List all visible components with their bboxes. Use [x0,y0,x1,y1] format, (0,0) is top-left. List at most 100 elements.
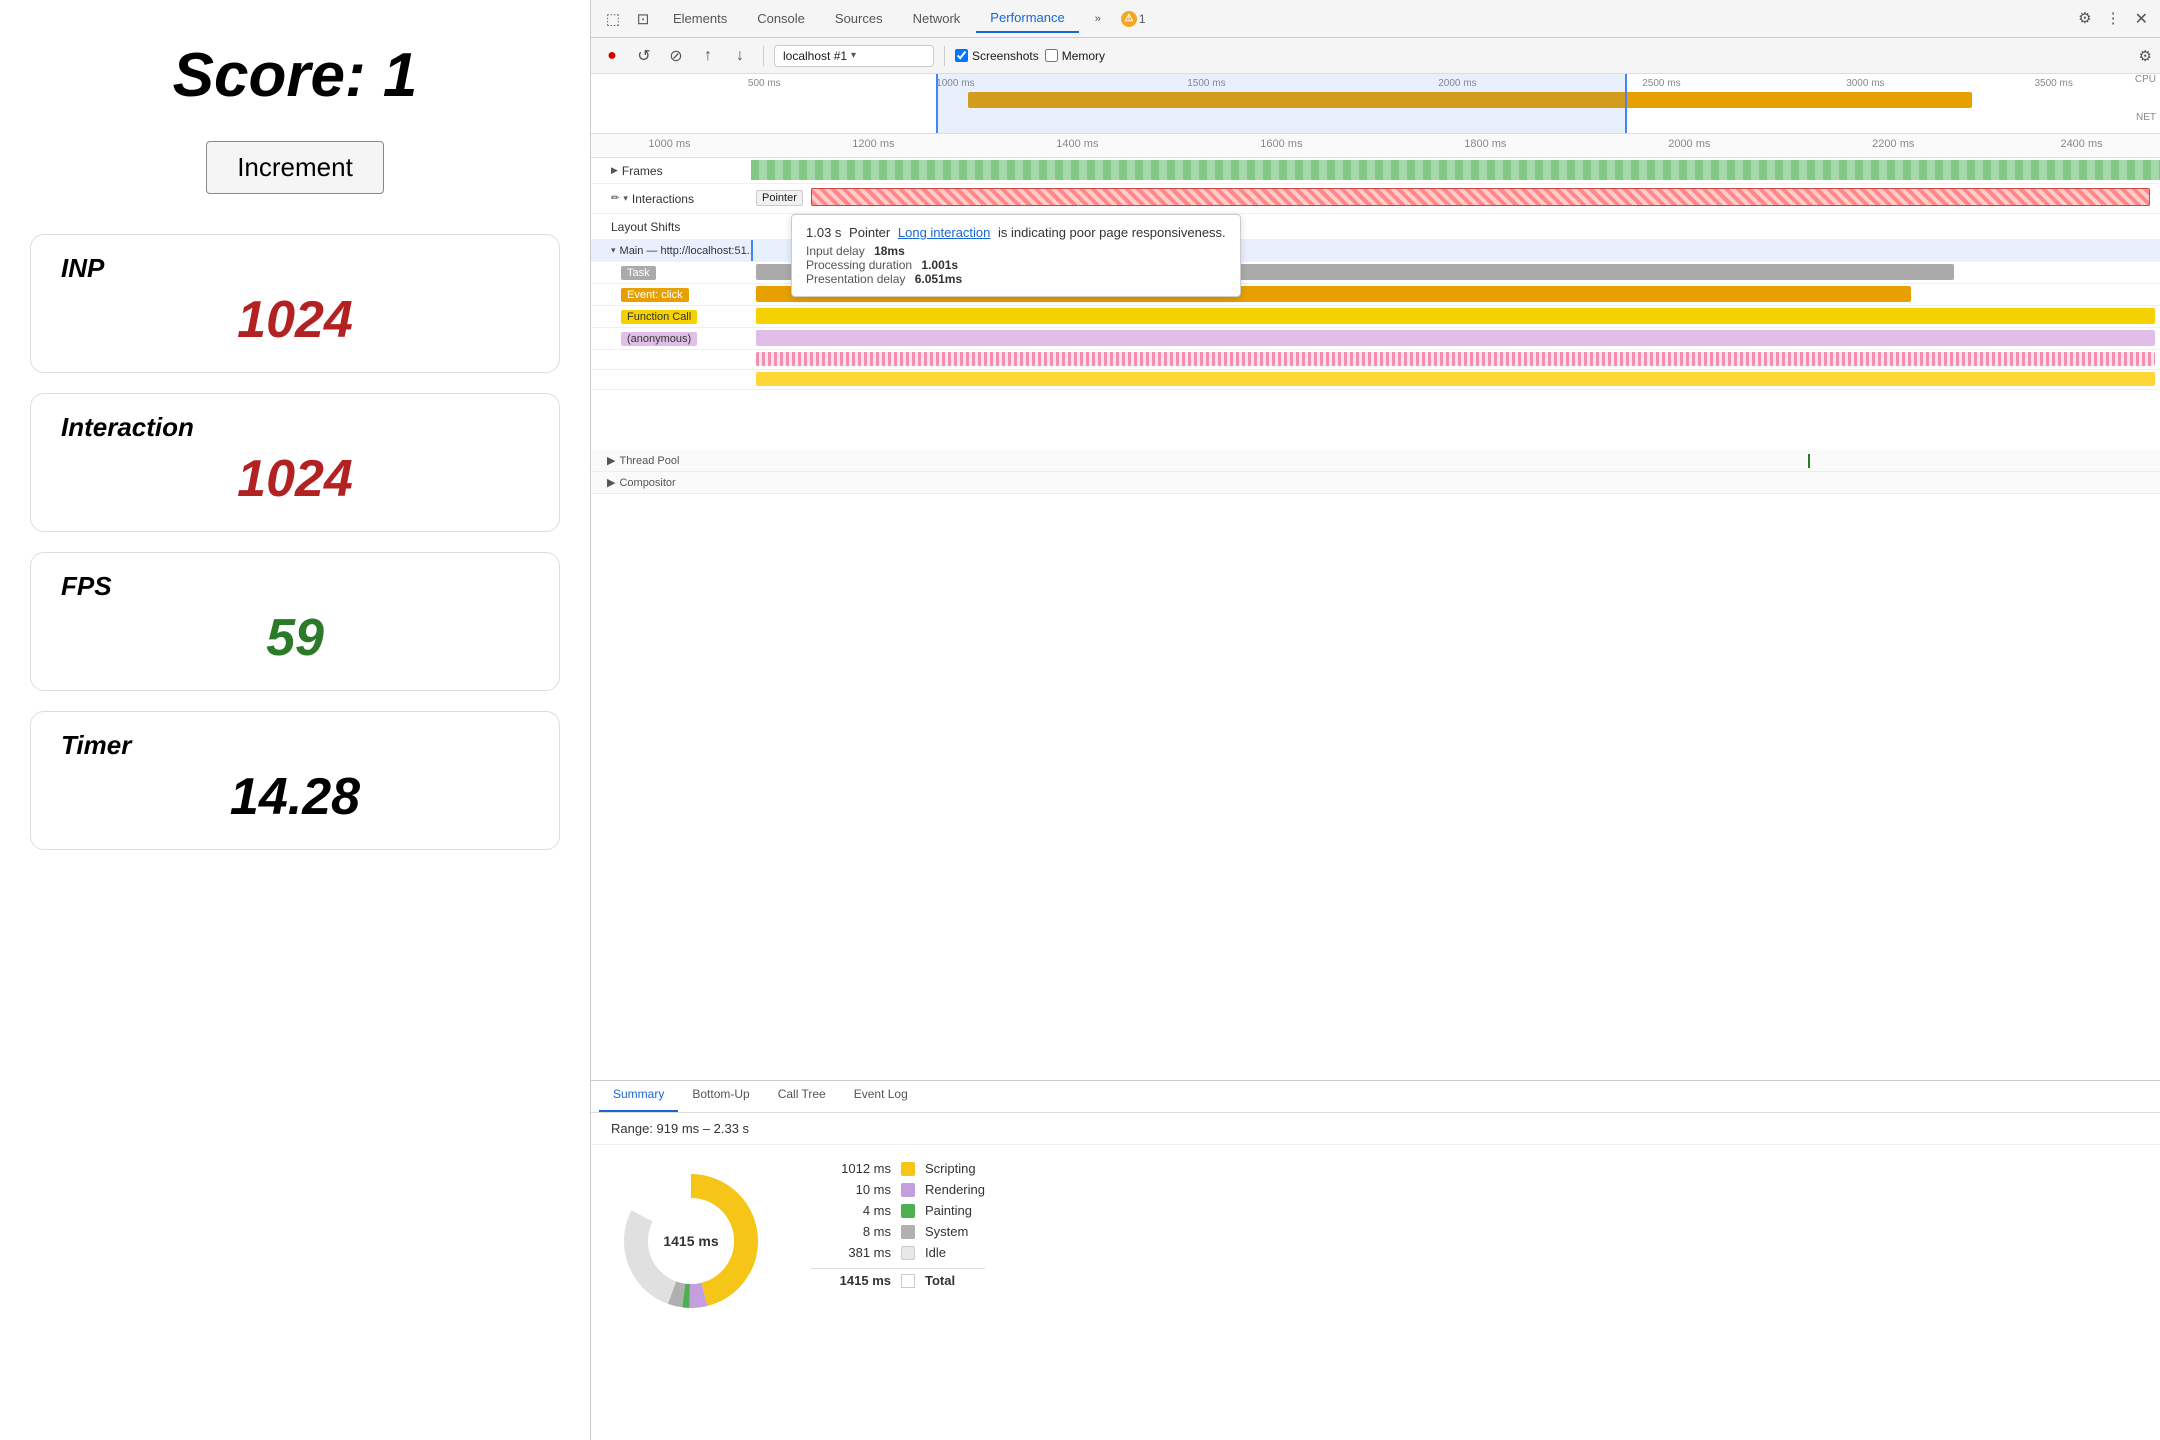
system-dot [901,1225,915,1239]
r-tick-1800: 1800 ms [1464,138,1506,150]
interaction-card: Interaction 1024 [30,393,560,532]
function-call-label: Function Call [621,310,697,324]
anonymous-row[interactable]: (anonymous) [591,328,2160,350]
reload-icon[interactable]: ↺ [631,43,657,69]
fps-label: FPS [61,571,529,602]
painting-name: Painting [925,1203,972,1218]
tick-2500: 2500 ms [1642,78,1680,89]
input-delay-value: 18ms [874,244,905,258]
summary-legend: 1012 ms Scripting 10 ms Rendering 4 ms P… [811,1161,985,1288]
memory-checkbox[interactable] [1045,49,1058,62]
anonymous-track[interactable] [751,328,2160,349]
timer-card: Timer 14.28 [30,711,560,850]
tooltip-header: 1.03 s Pointer Long interaction is indic… [806,225,1226,240]
legend-row-system: 8 ms System [811,1224,985,1239]
frames-expand-icon[interactable]: ▶ [611,165,618,176]
increment-button[interactable]: Increment [206,141,384,194]
tab-elements[interactable]: Elements [659,5,741,32]
function-call-row[interactable]: Function Call [591,306,2160,328]
tooltip-link[interactable]: Long interaction [898,225,991,240]
tab-more[interactable]: » [1081,7,1115,31]
thread-pool-marker [1808,454,1810,468]
scripting-bar-1 [756,352,2155,366]
spacer-main [591,390,2160,450]
scripting-row-2 [591,370,2160,390]
interactions-expand-icon[interactable]: ▾ [623,193,628,204]
more-options-icon[interactable]: ⋮ [2102,5,2125,33]
r-tick-1600: 1600 ms [1260,138,1302,150]
screenshots-checkbox[interactable] [955,49,968,62]
frames-track[interactable] [751,158,2160,183]
thread-pool-expand-icon[interactable]: ▶ [607,454,615,467]
devtools-tab-bar: ⬚ ⊡ Elements Console Sources Network Per… [591,0,2160,38]
upload-icon[interactable]: ↑ [695,43,721,69]
memory-checkbox-group[interactable]: Memory [1045,49,1105,63]
function-call-track[interactable] [751,306,2160,327]
bottom-panel: Summary Bottom-Up Call Tree Event Log Ra… [591,1080,2160,1440]
selection-range[interactable] [936,74,1626,133]
device-icon[interactable]: ⊡ [629,5,657,33]
tab-performance[interactable]: Performance [976,4,1078,33]
url-selector[interactable]: localhost #1 ▾ [774,45,934,67]
interactions-row[interactable]: ✏ ▾ Interactions Pointer [591,184,2160,214]
tab-event-log[interactable]: Event Log [840,1081,922,1112]
screenshots-checkbox-group[interactable]: Screenshots [955,49,1039,63]
tab-network[interactable]: Network [899,5,975,32]
interactions-track[interactable]: Pointer [751,184,2160,213]
tooltip-time: 1.03 s [806,225,841,240]
compositor-row: ▶ Compositor [591,472,2160,494]
input-delay-label: Input delay [806,244,865,258]
performance-toolbar: ● ↺ ⊘ ↑ ↓ localhost #1 ▾ Screenshots Mem… [591,38,2160,74]
cpu-label: CPU [2135,74,2156,85]
idle-dot [901,1246,915,1260]
frames-row: ▶ Frames [591,158,2160,184]
anonymous-label: (anonymous) [621,332,697,346]
warning-badge: ⚠ [1121,11,1137,27]
tick-3500: 3500 ms [2034,78,2072,89]
download-icon[interactable]: ↓ [727,43,753,69]
fps-card: FPS 59 [30,552,560,691]
thread-pool-track[interactable] [751,450,2160,472]
inp-label: INP [61,253,529,284]
interaction-bar[interactable] [811,188,2150,206]
clear-icon[interactable]: ⊘ [663,43,689,69]
compositor-expand-icon[interactable]: ▶ [607,476,615,489]
main-thread-label: ▾ Main — http://localhost:51... [591,245,751,257]
anonymous-label-spacer: (anonymous) [591,332,751,346]
inp-card: INP 1024 [30,234,560,373]
score-title: Score: 1 [173,40,418,111]
r-tick-1400: 1400 ms [1056,138,1098,150]
tab-sources[interactable]: Sources [821,5,897,32]
left-panel: Score: 1 Increment INP 1024 Interaction … [0,0,590,1440]
settings-icon[interactable]: ⚙ [2139,47,2152,65]
anonymous-bar [756,330,2155,346]
separator2 [944,46,945,66]
bottom-tab-bar: Summary Bottom-Up Call Tree Event Log [591,1081,2160,1113]
main-expand-icon[interactable]: ▾ [611,245,616,256]
scripting-bar-2 [756,372,2155,386]
timeline-main[interactable]: 1000 ms 1200 ms 1400 ms 1600 ms 1800 ms … [591,134,2160,1080]
net-label: NET [2136,112,2156,123]
tab-summary[interactable]: Summary [599,1081,678,1112]
interaction-value: 1024 [61,449,529,509]
timer-value: 14.28 [61,767,529,827]
gear-icon[interactable]: ⚙ [2074,5,2095,33]
interaction-tooltip: 1.03 s Pointer Long interaction is indic… [791,214,1241,297]
inp-value: 1024 [61,290,529,350]
r-tick-2000: 2000 ms [1668,138,1710,150]
inspect-icon[interactable]: ⬚ [599,5,627,33]
tab-console[interactable]: Console [743,5,819,32]
tooltip-metrics-left: Input delay 18ms Processing duration 1.0… [806,244,962,286]
tab-bottom-up[interactable]: Bottom-Up [678,1081,763,1112]
pencil-icon[interactable]: ✏ [611,193,619,204]
tab-call-tree[interactable]: Call Tree [764,1081,840,1112]
legend-row-painting: 4 ms Painting [811,1203,985,1218]
scripting-track-2[interactable] [751,370,2160,389]
timeline-overview[interactable]: 500 ms 1000 ms 1500 ms 2000 ms 2500 ms 3… [591,74,2160,134]
record-icon[interactable]: ● [599,43,625,69]
close-icon[interactable]: ✕ [2131,5,2152,33]
devtools-panel: ⬚ ⊡ Elements Console Sources Network Per… [590,0,2160,1440]
event-click-label-spacer: Event: click [591,288,751,302]
scripting-track-1[interactable] [751,350,2160,369]
summary-content: 1415 ms 1012 ms Scripting 10 ms Renderin… [591,1145,2160,1337]
